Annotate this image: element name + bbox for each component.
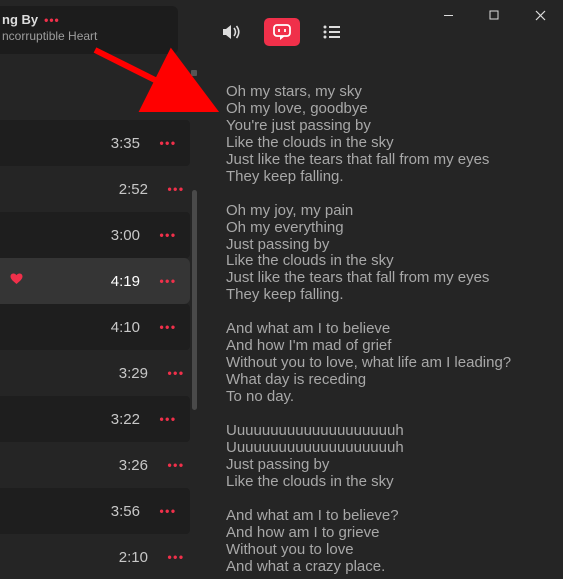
- now-playing-more-icon[interactable]: •••: [44, 13, 60, 27]
- lyrics-stanza: Oh my stars, my sky Oh my love, goodbye …: [226, 84, 553, 186]
- track-more-icon[interactable]: •••: [158, 136, 178, 150]
- maximize-button[interactable]: [471, 0, 517, 30]
- track-duration: 2:52: [114, 181, 148, 198]
- center-controls: [214, 18, 350, 46]
- heart-icon[interactable]: [10, 272, 23, 290]
- track-duration: 3:26: [114, 457, 148, 474]
- lyrics-stanza: Oh my joy, my pain Oh my everything Just…: [226, 203, 553, 305]
- track-row[interactable]: 3:22 •••: [0, 396, 190, 442]
- track-duration: 4:10: [106, 319, 140, 336]
- scroll-up-icon[interactable]: [191, 70, 197, 76]
- minimize-button[interactable]: [425, 0, 471, 30]
- track-row[interactable]: 4:19 •••: [0, 258, 190, 304]
- list-icon: [321, 23, 343, 41]
- now-playing-subtitle: ncorruptible Heart: [2, 29, 170, 43]
- track-more-icon[interactable]: •••: [158, 412, 178, 426]
- track-row[interactable]: 3:35 •••: [0, 120, 190, 166]
- track-more-icon[interactable]: •••: [158, 320, 178, 334]
- track-more-icon[interactable]: •••: [166, 182, 186, 196]
- lyrics-pane[interactable]: Oh my stars, my sky Oh my love, goodbye …: [208, 68, 563, 579]
- track-more-icon[interactable]: •••: [166, 458, 186, 472]
- track-row[interactable]: 3:00 •••: [0, 212, 190, 258]
- track-more-icon[interactable]: •••: [166, 550, 186, 564]
- now-playing-card[interactable]: ng By ••• ncorruptible Heart: [0, 6, 178, 54]
- track-duration: 3:29: [114, 365, 148, 382]
- track-row[interactable]: 2:52 •••: [0, 166, 198, 212]
- close-button[interactable]: [517, 0, 563, 30]
- track-row[interactable]: 3:26 •••: [0, 442, 198, 488]
- track-duration: 3:22: [106, 411, 140, 428]
- lyrics-stanza: Uuuuuuuuuuuuuuuuuuuuh Uuuuuuuuuuuuuuuuuu…: [226, 423, 553, 491]
- track-more-icon[interactable]: •••: [158, 504, 178, 518]
- lyrics-stanza: And what am I to believe? And how am I t…: [226, 508, 553, 576]
- track-more-icon[interactable]: •••: [166, 366, 186, 380]
- volume-button[interactable]: [214, 18, 250, 46]
- track-list-pane: 3:35 ••• 2:52 ••• 3:00 ••• 4:19 ••• 4:10 ••• 3:29 •…: [0, 62, 198, 579]
- track-duration: 3:35: [106, 135, 140, 152]
- lyrics-stanza: And what am I to believe And how I'm mad…: [226, 321, 553, 406]
- track-row[interactable]: 2:10 •••: [0, 534, 198, 579]
- track-more-icon[interactable]: •••: [158, 274, 178, 288]
- speaker-icon: [221, 23, 243, 41]
- track-row[interactable]: 3:56 •••: [0, 488, 190, 534]
- track-duration: 2:10: [114, 549, 148, 566]
- now-playing-title: ng By: [2, 12, 38, 27]
- track-row[interactable]: 4:10 •••: [0, 304, 190, 350]
- lyrics-icon: [271, 23, 293, 41]
- track-duration: 3:56: [106, 503, 140, 520]
- track-more-icon[interactable]: •••: [158, 228, 178, 242]
- track-duration: 4:19: [106, 273, 140, 290]
- track-row[interactable]: 3:29 •••: [0, 350, 198, 396]
- queue-button[interactable]: [314, 18, 350, 46]
- track-duration: 3:00: [106, 227, 140, 244]
- lyrics-button[interactable]: [264, 18, 300, 46]
- window-controls: [425, 0, 563, 30]
